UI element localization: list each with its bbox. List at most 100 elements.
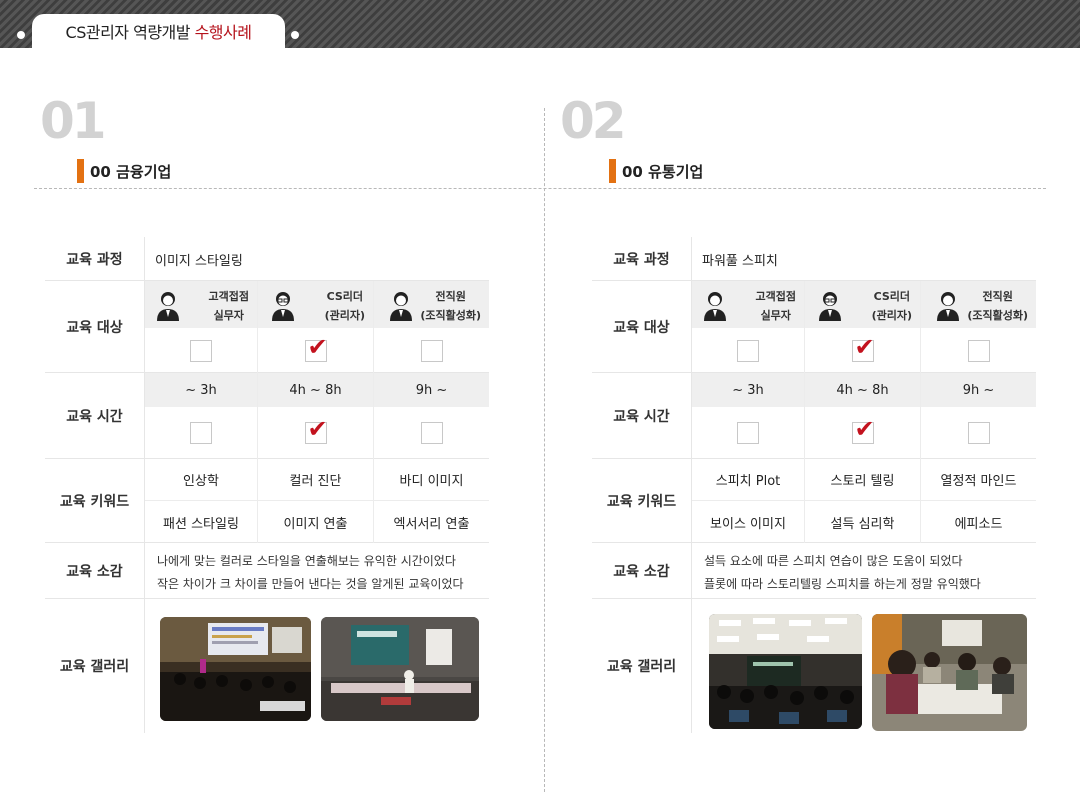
keyword: 이미지 연출 (258, 501, 374, 543)
target-header-1: 고객접점 실무자 (145, 281, 258, 328)
gallery-photo-seminar[interactable] (321, 617, 479, 721)
course-value: 파워풀 스피치 (702, 254, 778, 269)
keyword: 인상학 (145, 459, 258, 501)
target-row: 교육 대상 고객접점 실무자 CS리더 (관리자) 전직원 (조직활성화) ✔ (45, 281, 489, 373)
case-title: 00 유통기업 (609, 158, 703, 184)
time-option: ~ 3h (145, 373, 258, 407)
person-icon (704, 292, 726, 321)
keyword: 에피소드 (954, 516, 1003, 532)
target-label-text: 전직원 (조직활성화) (420, 290, 481, 322)
target-check-cell-2: ✔ (258, 328, 374, 373)
keyword-label: 교육 키워드 (45, 459, 145, 542)
target-header-3: 전직원 (조직활성화) (374, 281, 489, 328)
gallery-photo-lecture[interactable] (160, 617, 311, 721)
time-option: 4h ~ 8h (258, 373, 374, 407)
target-label: 교육 대상 (592, 281, 692, 372)
check-icon: ✔ (307, 332, 328, 361)
time-check-cell-3 (921, 407, 1036, 459)
target-label-text: CS리더 (관리자) (324, 290, 365, 322)
time-check-cell-2: ✔ (258, 407, 374, 459)
target-header-1: 고객접점 실무자 (692, 281, 805, 328)
keyword: 설득 심리학 (805, 501, 921, 543)
review-box: 설득 요소에 따른 스피치 연습이 많은 도움이 되었다 플롯에 따라 스토리텔… (692, 543, 1036, 599)
time-check-cell-1 (692, 407, 805, 459)
target-label-text: CS리더 (관리자) (871, 290, 912, 322)
checkbox-unchecked (967, 422, 990, 444)
gallery-photo-auditorium[interactable] (709, 614, 862, 729)
title-marker (609, 159, 616, 183)
review-line: 나에게 맞는 컬러로 스타일을 연출해보는 유익한 시간이었다 (157, 554, 456, 568)
target-header-2: CS리더 (관리자) (805, 281, 921, 328)
case-card-2: 02 00 유통기업 교육 과정 파워풀 스피치 교육 대상 고객접점 실무자 C… (540, 0, 1080, 810)
keyword: 엑서서리 연출 (393, 516, 470, 532)
time-option: 9h ~ (374, 373, 489, 407)
time-label: 교육 시간 (592, 373, 692, 458)
person-glasses-icon (819, 292, 841, 321)
review-line: 설득 요소에 따른 스피치 연습이 많은 도움이 되었다 (704, 554, 963, 568)
target-label: 교육 대상 (45, 281, 145, 372)
case-title-text: 00 금융기업 (90, 162, 172, 181)
time-label: 교육 시간 (45, 373, 145, 458)
checkbox-unchecked (737, 339, 759, 362)
checkbox-unchecked (967, 339, 990, 362)
course-row: 교육 과정 이미지 스타일링 (45, 237, 489, 281)
review-line: 작은 차이가 크 차이를 만들어 낸다는 것을 알게된 교육이었다 (157, 577, 464, 591)
checkbox-checked: ✔ (304, 335, 328, 362)
time-grid: ~ 3h 4h ~ 8h 9h ~ ✔ (145, 373, 489, 459)
keyword: 보이스 이미지 (692, 501, 805, 543)
target-check-cell-2: ✔ (805, 328, 921, 373)
course-label: 교육 과정 (592, 237, 692, 280)
time-option: 4h ~ 8h (805, 373, 921, 407)
gallery-label: 교육 갤러리 (592, 599, 692, 733)
time-option: ~ 3h (692, 373, 805, 407)
target-check-cell-1 (145, 328, 258, 373)
target-check-cell-3 (374, 328, 489, 373)
case-number: 01 (40, 92, 107, 150)
checkbox-unchecked (190, 339, 212, 362)
keyword: 스피치 Plot (692, 459, 805, 501)
keyword: 바디 이미지 (374, 459, 489, 501)
title-marker (77, 159, 84, 183)
target-row: 교육 대상 고객접점 실무자 CS리더 (관리자) 전직원 (조직활성화) ✔ (592, 281, 1036, 373)
time-row: 교육 시간 ~ 3h 4h ~ 8h 9h ~ ✔ (45, 373, 489, 459)
checkbox-unchecked (420, 339, 443, 362)
target-header-3: 전직원 (조직활성화) (921, 281, 1036, 328)
gallery-photo-workshop[interactable] (872, 614, 1027, 731)
target-grid: 고객접점 실무자 CS리더 (관리자) 전직원 (조직활성화) ✔ (692, 281, 1036, 373)
keyword-grid: 인상학 컬러 진단 바디 이미지 패션 스타일링 이미지 연출 엑서서리 연출 (145, 459, 489, 543)
target-grid: 고객접점 실무자 CS리더 (관리자) 전직원 (조직활성화) ✔ (145, 281, 489, 373)
target-check-cell-3 (921, 328, 1036, 373)
keyword: 컬러 진단 (258, 459, 374, 501)
time-check-cell-2: ✔ (805, 407, 921, 459)
review-label: 교육 소감 (45, 543, 145, 598)
keyword-label: 교육 키워드 (592, 459, 692, 542)
keyword: 열정적 마인드 (921, 459, 1036, 501)
check-icon: ✔ (854, 332, 875, 361)
gallery-row: 교육 갤러리 (592, 599, 1036, 733)
gallery-label: 교육 갤러리 (45, 599, 145, 733)
target-header-2: CS리더 (관리자) (258, 281, 374, 328)
keyword-grid: 스피치 Plot 스토리 텔링 열정적 마인드 보이스 이미지 설득 심리학 에… (692, 459, 1036, 543)
keyword-row: 교육 키워드 인상학 컬러 진단 바디 이미지 패션 스타일링 이미지 연출 엑… (45, 459, 489, 543)
gallery-row: 교육 갤러리 (45, 599, 489, 733)
review-label: 교육 소감 (592, 543, 692, 598)
review-row: 교육 소감 나에게 맞는 컬러로 스타일을 연출해보는 유익한 시간이었다 작은… (45, 543, 489, 599)
keyword: 패션 스타일링 (145, 501, 258, 543)
case-title-text: 00 유통기업 (622, 162, 704, 181)
time-grid: ~ 3h 4h ~ 8h 9h ~ ✔ (692, 373, 1036, 459)
case-card-1: 01 00 금융기업 교육 과정 이미지 스타일링 교육 대상 고객접점 실무자 … (0, 0, 540, 810)
checkbox-checked: ✔ (851, 335, 875, 362)
keyword-row: 교육 키워드 스피치 Plot 스토리 텔링 열정적 마인드 보이스 이미지 설… (592, 459, 1036, 543)
review-row: 교육 소감 설득 요소에 따른 스피치 연습이 많은 도움이 되었다 플롯에 따… (592, 543, 1036, 599)
course-row: 교육 과정 파워풀 스피치 (592, 237, 1036, 281)
keyword: 스토리 텔링 (805, 459, 921, 501)
case-title: 00 금융기업 (77, 158, 171, 184)
time-option: 9h ~ (921, 373, 1036, 407)
person-icon (937, 292, 959, 321)
time-row: 교육 시간 ~ 3h 4h ~ 8h 9h ~ ✔ (592, 373, 1036, 459)
review-box: 나에게 맞는 컬러로 스타일을 연출해보는 유익한 시간이었다 작은 차이가 크… (145, 543, 489, 599)
target-label-text: 고객접점 실무자 (755, 290, 796, 322)
checkbox-unchecked (737, 422, 759, 444)
course-value: 이미지 스타일링 (155, 254, 243, 269)
target-label-text: 전직원 (조직활성화) (967, 290, 1028, 322)
